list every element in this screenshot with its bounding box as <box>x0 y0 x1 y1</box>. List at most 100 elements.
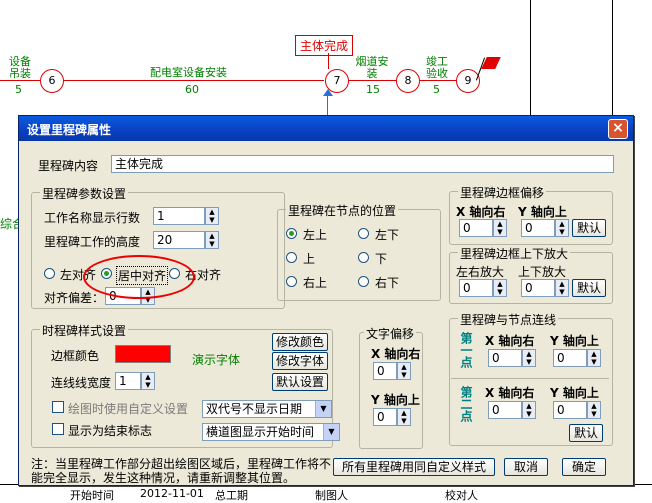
footer-cell: 制图人 <box>315 489 348 502</box>
chevron-down-icon[interactable]: ▼ <box>315 401 331 417</box>
ok-button[interactable]: 确定 <box>562 458 606 476</box>
milestone-properties-dialog: 设置里程碑属性 × 里程碑内容 主体完成 里程碑参数设置 工作名称显示行数 1 … <box>18 115 634 486</box>
text-x-spinner[interactable]: ▲ ▼ <box>397 362 411 380</box>
height-input[interactable]: 20 <box>153 231 205 249</box>
footer-row: 开始时间 2012-11-01 总工期 制图人 校对人 <box>0 484 652 503</box>
p1-y-spinner[interactable]: ▲ ▼ <box>587 349 601 367</box>
line-width-spinner[interactable]: ▲ ▼ <box>141 372 155 390</box>
chevron-down-icon[interactable]: ▼ <box>323 424 339 440</box>
second-point-label: 第二点 <box>459 386 473 422</box>
modify-font-button[interactable]: 修改字体 <box>272 352 328 370</box>
border-color-label: 边框颜色 <box>51 349 100 363</box>
task-label-acceptance: 竣工 验收 <box>426 55 448 80</box>
line-width-label: 连线线宽度 <box>51 376 112 390</box>
date-display-value: 双代号不显示日期 <box>206 402 303 416</box>
first-point-label: 第一点 <box>459 332 473 368</box>
task-duration: 5 <box>433 83 440 96</box>
border-x-spinner[interactable]: ▲ ▼ <box>493 219 507 237</box>
gantt-display-value: 横道图显示开始时间 <box>206 425 315 439</box>
pos-top-right-label: 右上 <box>303 276 328 290</box>
border-x-input[interactable]: 0 <box>459 219 493 237</box>
style-group-title: 时程碑样式设置 <box>40 322 129 339</box>
custom-settings-checkbox[interactable] <box>52 401 64 413</box>
footer-cell: 开始时间 <box>70 489 114 502</box>
p1-x-spinner[interactable]: ▲ ▼ <box>522 349 536 367</box>
milestone-link <box>328 53 329 69</box>
content-input[interactable]: 主体完成 <box>111 155 614 173</box>
node-9[interactable]: 9 <box>456 69 480 93</box>
cancel-button[interactable]: 取消 <box>504 458 548 476</box>
pos-top-radio[interactable] <box>286 252 297 263</box>
text-y-input[interactable]: 0 <box>373 408 397 426</box>
height-spinner[interactable]: ▲ ▼ <box>205 231 219 249</box>
zoom-ud-label: 上下放大 <box>518 265 567 279</box>
rows-spinner[interactable]: ▲ ▼ <box>205 207 219 225</box>
text-x-input[interactable]: 0 <box>373 362 397 380</box>
border-y-input[interactable]: 0 <box>521 219 555 237</box>
border-y-spinner[interactable]: ▲ ▼ <box>555 219 569 237</box>
line-width-input[interactable]: 1 <box>115 372 141 390</box>
pos-top-left-label: 左上 <box>303 228 328 242</box>
border-offset-title: 里程碑边框偏移 <box>458 184 547 201</box>
zoom-ud-spinner[interactable]: ▲ ▼ <box>555 279 569 297</box>
diagram-vline <box>530 0 531 115</box>
pos-bottom-label: 下 <box>375 252 388 266</box>
arrow-line <box>420 80 456 81</box>
node-link-default-button[interactable]: 默认 <box>569 424 603 442</box>
annotation-circle <box>83 255 195 299</box>
content-label: 里程碑内容 <box>38 159 99 173</box>
p2-y-spinner[interactable]: ▲ ▼ <box>587 401 601 419</box>
zoom-lr-label: 左右放大 <box>456 265 505 279</box>
task-label-switchroom: 配电室设备安装 <box>150 66 227 79</box>
footer-cell: 校对人 <box>445 489 478 502</box>
dialog-titlebar[interactable]: 设置里程碑属性 × <box>19 116 633 141</box>
p2-x-spinner[interactable]: ▲ ▼ <box>522 401 536 419</box>
date-display-select[interactable]: 双代号不显示日期 ▼ <box>202 400 332 418</box>
p2-y-label: Y 轴向上 <box>550 386 599 400</box>
align-left-radio[interactable] <box>44 268 55 279</box>
apply-all-button[interactable]: 所有里程碑用同自定义样式 <box>333 458 495 476</box>
border-color-swatch[interactable] <box>115 345 171 363</box>
arrow-line <box>349 80 396 81</box>
position-group-title: 里程碑在节点的位置 <box>286 202 399 219</box>
node-6[interactable]: 6 <box>40 69 64 93</box>
pos-top-right-radio[interactable] <box>286 276 297 287</box>
node-link-title: 里程碑与节点连线 <box>458 311 559 328</box>
zoom-lr-spinner[interactable]: ▲ ▼ <box>493 279 507 297</box>
rows-input[interactable]: 1 <box>153 207 205 225</box>
pos-top-left-radio[interactable] <box>286 228 297 239</box>
pos-bottom-right-radio[interactable] <box>358 276 369 287</box>
pos-bottom-left-radio[interactable] <box>358 228 369 239</box>
p2-y-input[interactable]: 0 <box>553 401 587 419</box>
modify-color-button[interactable]: 修改颜色 <box>272 333 328 351</box>
border-x-label: X 轴向右 <box>456 205 506 219</box>
demo-font-label: 演示字体 <box>192 353 241 367</box>
pos-bottom-right-label: 右下 <box>375 276 400 290</box>
up-arrow-icon <box>323 89 333 96</box>
p1-y-input[interactable]: 0 <box>553 349 587 367</box>
note-text: 注：当里程碑工作部分超出绘图区域后，里程碑工作将不能完全显示，发生这种情况，请重… <box>31 457 332 485</box>
close-icon[interactable]: × <box>608 119 628 139</box>
p1-x-input[interactable]: 0 <box>488 349 522 367</box>
flag-pole <box>475 57 486 81</box>
default-settings-button[interactable]: 默认设置 <box>272 373 328 391</box>
text-y-spinner[interactable]: ▲ ▼ <box>397 408 411 426</box>
rows-label: 工作名称显示行数 <box>44 211 141 225</box>
gantt-display-select[interactable]: 横道图显示开始时间 ▼ <box>202 423 340 441</box>
pos-bottom-radio[interactable] <box>358 252 369 263</box>
task-label-hoisting: 设备 吊装 <box>9 55 31 80</box>
footer-cell: 总工期 <box>215 489 248 502</box>
diagram-vline <box>612 0 613 115</box>
border-offset-default-button[interactable]: 默认 <box>572 219 606 237</box>
zoom-ud-input[interactable]: 0 <box>521 279 555 297</box>
text-offset-title: 文字偏移 <box>364 325 417 342</box>
arrow-line <box>0 80 40 81</box>
milestone-box[interactable]: 主体完成 <box>295 35 354 56</box>
node-8[interactable]: 8 <box>396 69 420 93</box>
end-flag-checkbox[interactable] <box>52 423 64 435</box>
p2-x-input[interactable]: 0 <box>488 401 522 419</box>
pos-top-label: 上 <box>303 252 316 266</box>
params-group-title: 里程碑参数设置 <box>40 185 129 202</box>
border-zoom-default-button[interactable]: 默认 <box>572 279 606 297</box>
zoom-lr-input[interactable]: 0 <box>459 279 493 297</box>
